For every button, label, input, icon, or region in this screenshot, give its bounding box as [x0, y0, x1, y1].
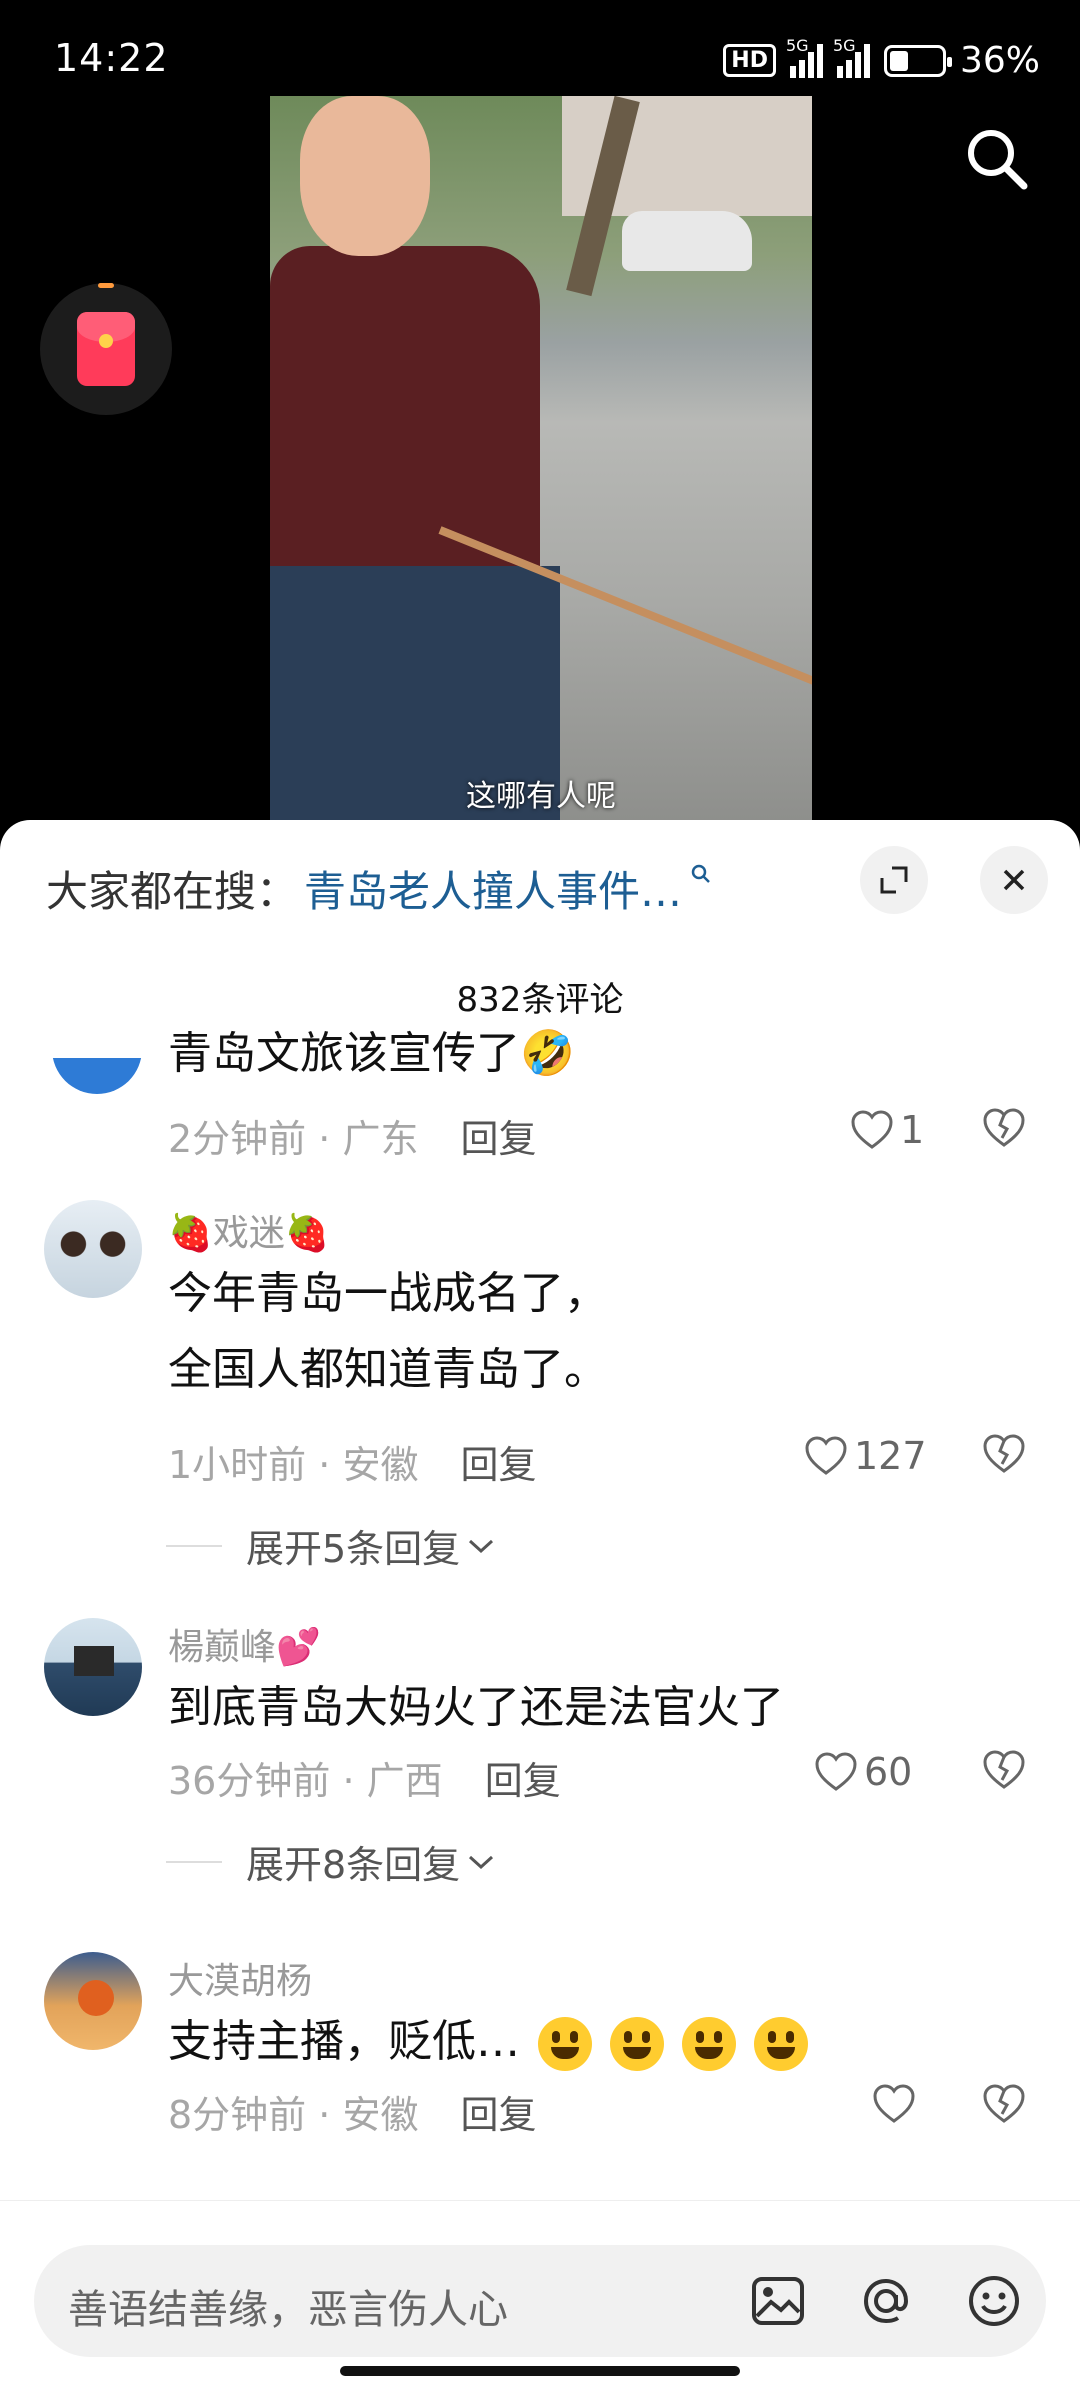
broken-heart-icon — [983, 2084, 1025, 2123]
comment-input[interactable]: 善语结善缘，恶言伤人心 — [34, 2245, 1046, 2357]
hot-search-label: 大家都在搜： — [46, 867, 299, 916]
video-scene-person-head — [300, 96, 430, 256]
like-button[interactable] — [872, 2084, 916, 2124]
dislike-button[interactable] — [982, 2084, 1026, 2128]
grinning-emoji-icon — [610, 2017, 664, 2071]
avatar[interactable] — [44, 1952, 142, 2050]
comment-count: 832条评论 — [456, 980, 624, 1020]
chevron-down-icon — [469, 1855, 494, 1869]
comment-time: 8分钟前 — [168, 2093, 307, 2137]
image-icon — [752, 2277, 804, 2325]
comment-time: 36分钟前 — [168, 1759, 331, 1803]
reply-button[interactable]: 回复 — [461, 2093, 537, 2137]
home-indicator[interactable] — [340, 2366, 740, 2376]
avatar[interactable] — [44, 1200, 142, 1298]
red-packet-button[interactable] — [40, 283, 172, 415]
heart-icon — [873, 2084, 915, 2123]
status-time: 14:22 — [54, 36, 169, 80]
broken-heart-icon — [983, 1750, 1025, 1789]
comment-nickname[interactable]: 🍓戏迷🍓 — [168, 1204, 330, 1256]
broken-heart-icon — [983, 1434, 1025, 1473]
emoji-button[interactable] — [962, 2269, 1026, 2333]
grinning-emoji-icon — [682, 2017, 736, 2071]
search-icon[interactable] — [962, 124, 1032, 194]
comment-nickname[interactable]: 大漠胡杨 — [168, 1952, 312, 2004]
battery-level: 36% — [959, 40, 1040, 81]
comment-meta: 2分钟前 · 广东 回复 — [168, 1117, 537, 1161]
comment-nickname[interactable]: 楊巅峰💕 — [168, 1618, 321, 1670]
comment-input-placeholder: 善语结善缘，恶言伤人心 — [68, 2287, 508, 2333]
expand-replies-button[interactable]: 展开8条回复 — [165, 1834, 496, 1889]
red-packet-icon — [77, 312, 135, 386]
comment-time: 1小时前 — [168, 1443, 307, 1487]
comment-meta: 8分钟前 · 安徽 回复 — [168, 2093, 537, 2137]
dislike-button[interactable] — [982, 1108, 1026, 1152]
video-player[interactable]: 这哪有人呢 — [270, 96, 812, 821]
red-packet-progress — [98, 283, 114, 288]
heart-icon — [815, 1752, 857, 1791]
broken-heart-icon — [983, 1108, 1025, 1147]
hd-voice-icon: HD — [723, 44, 776, 77]
like-count: 1 — [900, 1108, 925, 1152]
close-button[interactable] — [980, 846, 1048, 914]
comment-meta: 1小时前 · 安徽 回复 — [168, 1443, 537, 1487]
signal-icon: 5G — [833, 36, 870, 78]
close-icon — [1003, 869, 1025, 891]
comment-region: 广西 — [366, 1759, 443, 1803]
comment-text: 到底青岛大妈火了还是法官火了 — [168, 1682, 784, 1733]
comment-sheet: 大家都在搜： 青岛老人撞人事件… 832条评论 青岛文旅该宣传了🤣 2分钟前 ·… — [0, 820, 1080, 2400]
comment-region: 安徽 — [342, 1443, 419, 1487]
battery-icon — [883, 44, 952, 77]
comment-text-line: 今年青岛一战成名了， — [168, 1268, 608, 1319]
status-bar: 14:22 HD 5G 5G 36% — [0, 0, 1080, 96]
like-count: 60 — [864, 1750, 913, 1794]
comment-text: 青岛文旅该宣传了🤣 — [168, 1028, 575, 1079]
at-icon — [863, 2278, 909, 2324]
video-subtitle: 这哪有人呢 — [466, 779, 616, 814]
comment-region: 广东 — [342, 1117, 419, 1161]
heart-icon — [851, 1110, 893, 1149]
dislike-button[interactable] — [982, 1434, 1026, 1478]
status-icons: HD 5G 5G 36% — [723, 36, 1040, 81]
comment-text-line: 全国人都知道青岛了。 — [168, 1344, 608, 1395]
emoji-icon — [969, 2276, 1019, 2326]
image-button[interactable] — [746, 2269, 810, 2333]
grinning-emoji-icon — [538, 2017, 592, 2071]
comment-text: 支持主播，贬低… — [168, 2004, 808, 2080]
expand-icon — [880, 866, 908, 894]
hot-search-bar[interactable]: 大家都在搜： 青岛老人撞人事件… — [46, 858, 712, 919]
like-button[interactable]: 60 — [814, 1750, 912, 1794]
video-scene-car — [622, 211, 752, 271]
reply-button[interactable]: 回复 — [461, 1117, 537, 1161]
expand-button[interactable] — [860, 846, 928, 914]
reply-button[interactable]: 回复 — [461, 1443, 537, 1487]
like-button[interactable]: 1 — [850, 1108, 924, 1152]
avatar[interactable] — [44, 1618, 142, 1716]
reply-button[interactable]: 回复 — [485, 1759, 561, 1803]
comment-region: 安徽 — [342, 2093, 419, 2137]
dislike-button[interactable] — [982, 1750, 1026, 1794]
comment-meta: 36分钟前 · 广西 回复 — [168, 1759, 561, 1803]
expand-replies-button[interactable]: 展开5条回复 — [165, 1518, 496, 1573]
like-count: 127 — [854, 1434, 927, 1478]
signal-icon: 5G — [786, 36, 823, 78]
chevron-down-icon — [469, 1539, 494, 1553]
mention-button[interactable] — [854, 2269, 918, 2333]
heart-icon — [805, 1436, 847, 1475]
video-scene-person — [270, 246, 540, 576]
comment-time: 2分钟前 — [168, 1117, 307, 1161]
search-icon — [690, 862, 712, 892]
like-button[interactable]: 127 — [804, 1434, 927, 1478]
hot-search-keyword[interactable]: 青岛老人撞人事件… — [304, 858, 682, 919]
grinning-emoji-icon — [754, 2017, 808, 2071]
